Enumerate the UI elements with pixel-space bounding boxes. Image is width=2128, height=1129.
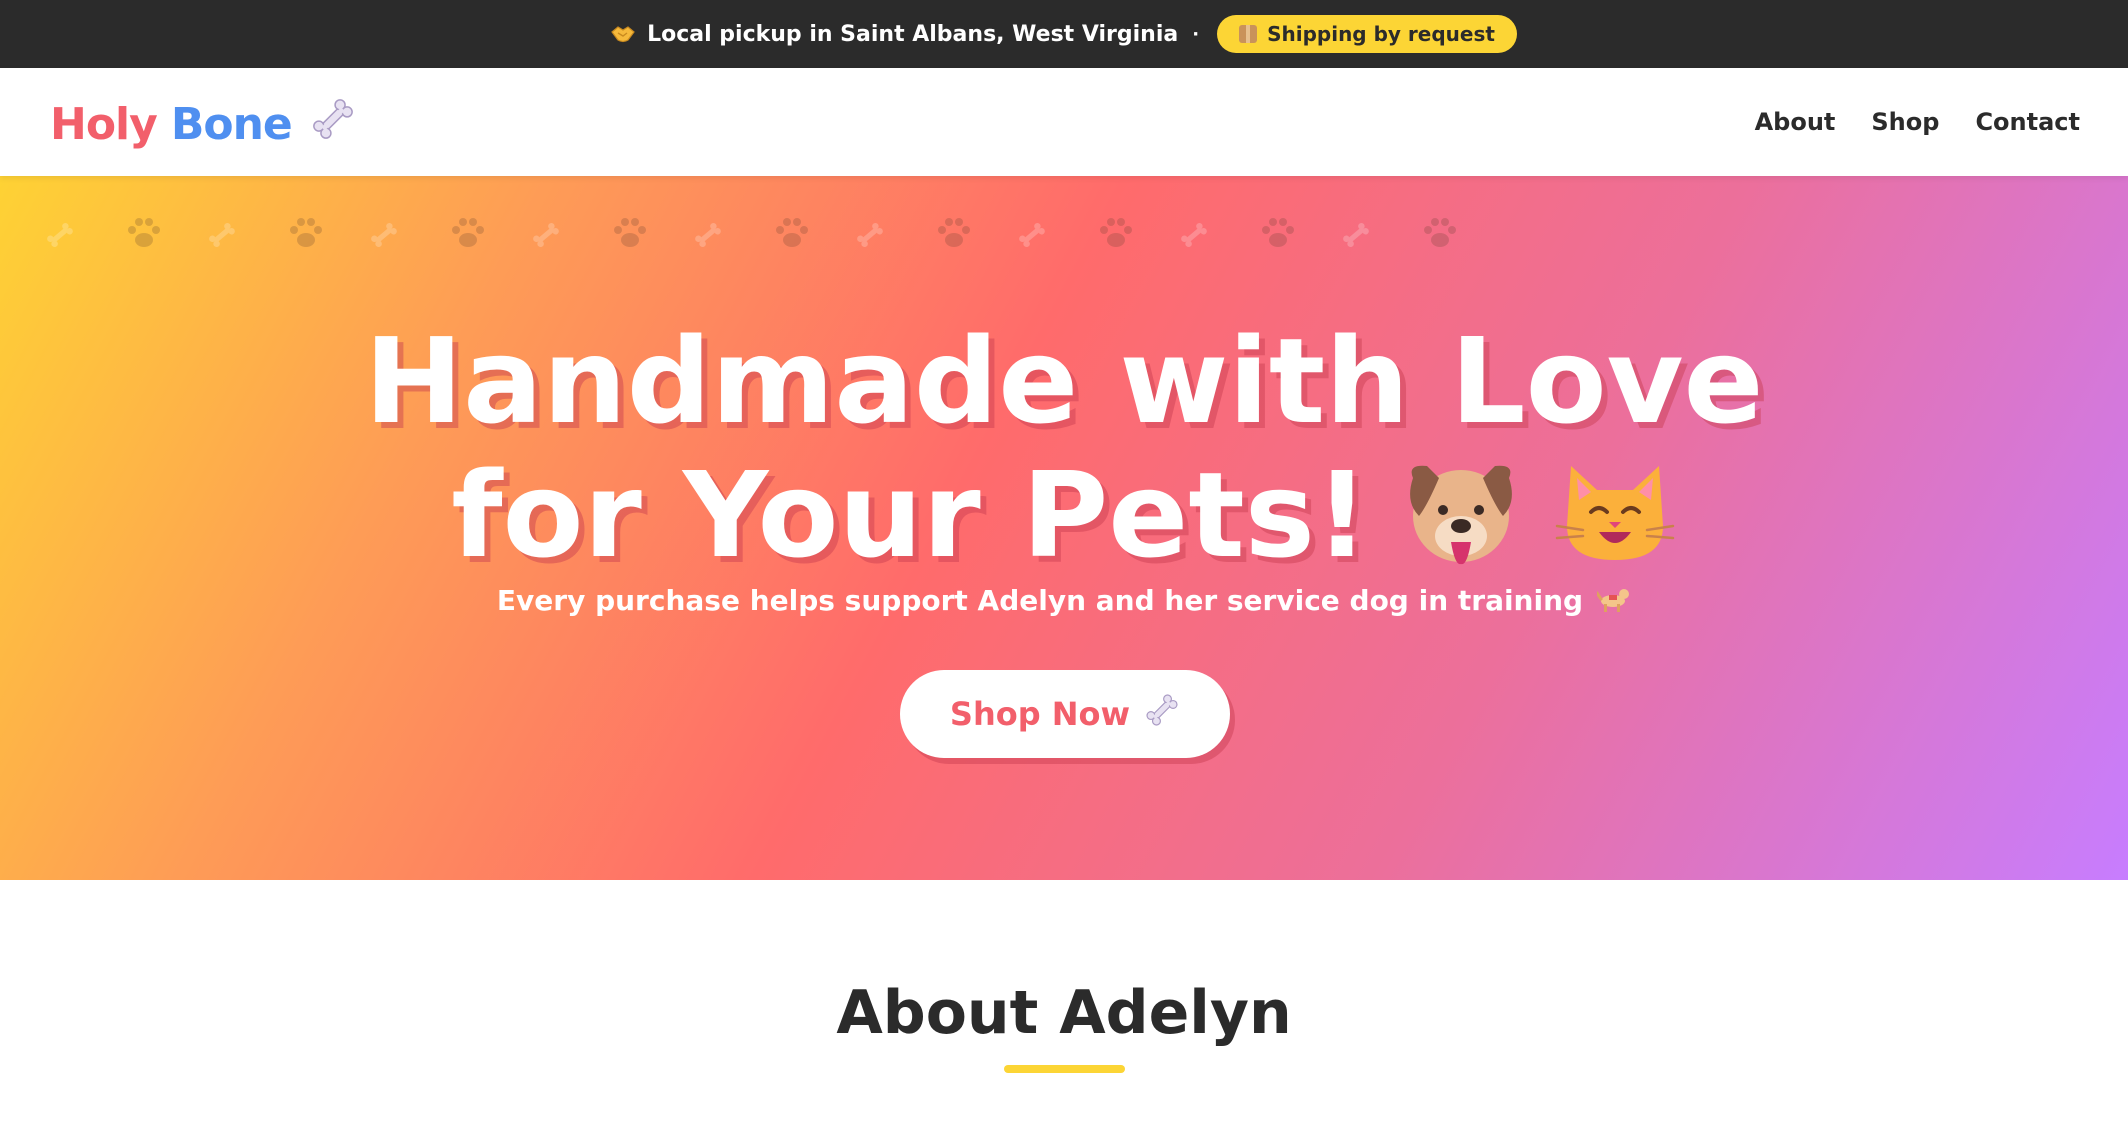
hero-title-line1: Handmade with Love [364,312,1764,450]
bone-icon [310,96,356,153]
paw-icon [609,212,649,252]
pattern-cell [20,204,101,264]
pattern-cell [1073,204,1154,264]
about-section-title: About Adelyn [836,978,1292,1048]
pattern-cell [992,204,1073,264]
bone-icon [524,220,568,250]
local-pickup-notice: Local pickup in Saint Albans, West Virgi… [611,22,1178,47]
hero-pattern [20,204,1478,264]
pattern-cell [1397,204,1478,264]
pattern-cell [668,204,749,264]
pattern-cell [506,204,587,264]
paw-icon [447,212,487,252]
paw-icon [771,212,811,252]
pattern-cell [1154,204,1235,264]
dog-face-icon [1399,456,1523,592]
pattern-cell [1235,204,1316,264]
pickup-text: Local pickup in Saint Albans, West Virgi… [647,21,1179,47]
pattern-cell [587,204,668,264]
shop-now-label: Shop Now [949,695,1131,733]
paw-icon [1257,212,1297,252]
bone-icon [1334,220,1378,250]
logo-word-holy: Holy [50,99,158,150]
hero-title: Handmade with Love for Your Pets! [0,314,2128,592]
nav-shop[interactable]: Shop [1871,108,1939,136]
paw-icon [1095,212,1135,252]
package-icon [1239,25,1258,43]
bone-icon [200,220,244,250]
hero-subtitle-text: Every purchase helps support Adelyn and … [496,584,1584,617]
site-header: Holy Bone About Shop Contact [0,68,2128,176]
pattern-cell [263,204,344,264]
pattern-cell [830,204,911,264]
hero-section: Handmade with Love for Your Pets! Every … [0,176,2128,880]
bone-icon [848,220,892,250]
hero-subtitle: Every purchase helps support Adelyn and … [0,584,2128,620]
service-dog-icon [1595,585,1631,620]
pattern-cell [425,204,506,264]
pattern-cell [182,204,263,264]
shop-now-button[interactable]: Shop Now [900,670,1230,758]
handshake-icon [611,24,635,44]
hero-title-line2: for Your Pets! [451,446,1369,584]
cat-face-icon [1553,456,1677,592]
bone-icon [38,220,82,250]
pattern-cell [101,204,182,264]
main-nav: About Shop Contact [1719,68,2080,176]
pattern-cell [749,204,830,264]
bone-icon [1010,220,1054,250]
paw-icon [1419,212,1459,252]
shipping-badge-label: Shipping by request [1267,22,1495,46]
separator: · [1192,23,1200,45]
nav-about[interactable]: About [1755,108,1836,136]
site-logo[interactable]: Holy Bone [50,96,356,153]
shipping-badge: Shipping by request [1217,15,1517,53]
announcement-bar: Local pickup in Saint Albans, West Virgi… [0,0,2128,68]
paw-icon [285,212,325,252]
paw-icon [123,212,163,252]
paw-icon [933,212,973,252]
bone-icon [1144,692,1180,736]
pattern-cell [911,204,992,264]
bone-icon [362,220,406,250]
pattern-cell [1316,204,1397,264]
bone-icon [1172,220,1216,250]
nav-contact[interactable]: Contact [1975,108,2080,136]
bone-icon [686,220,730,250]
logo-word-bone: Bone [170,99,293,150]
pattern-cell [344,204,425,264]
about-title-underline [1004,1065,1125,1073]
